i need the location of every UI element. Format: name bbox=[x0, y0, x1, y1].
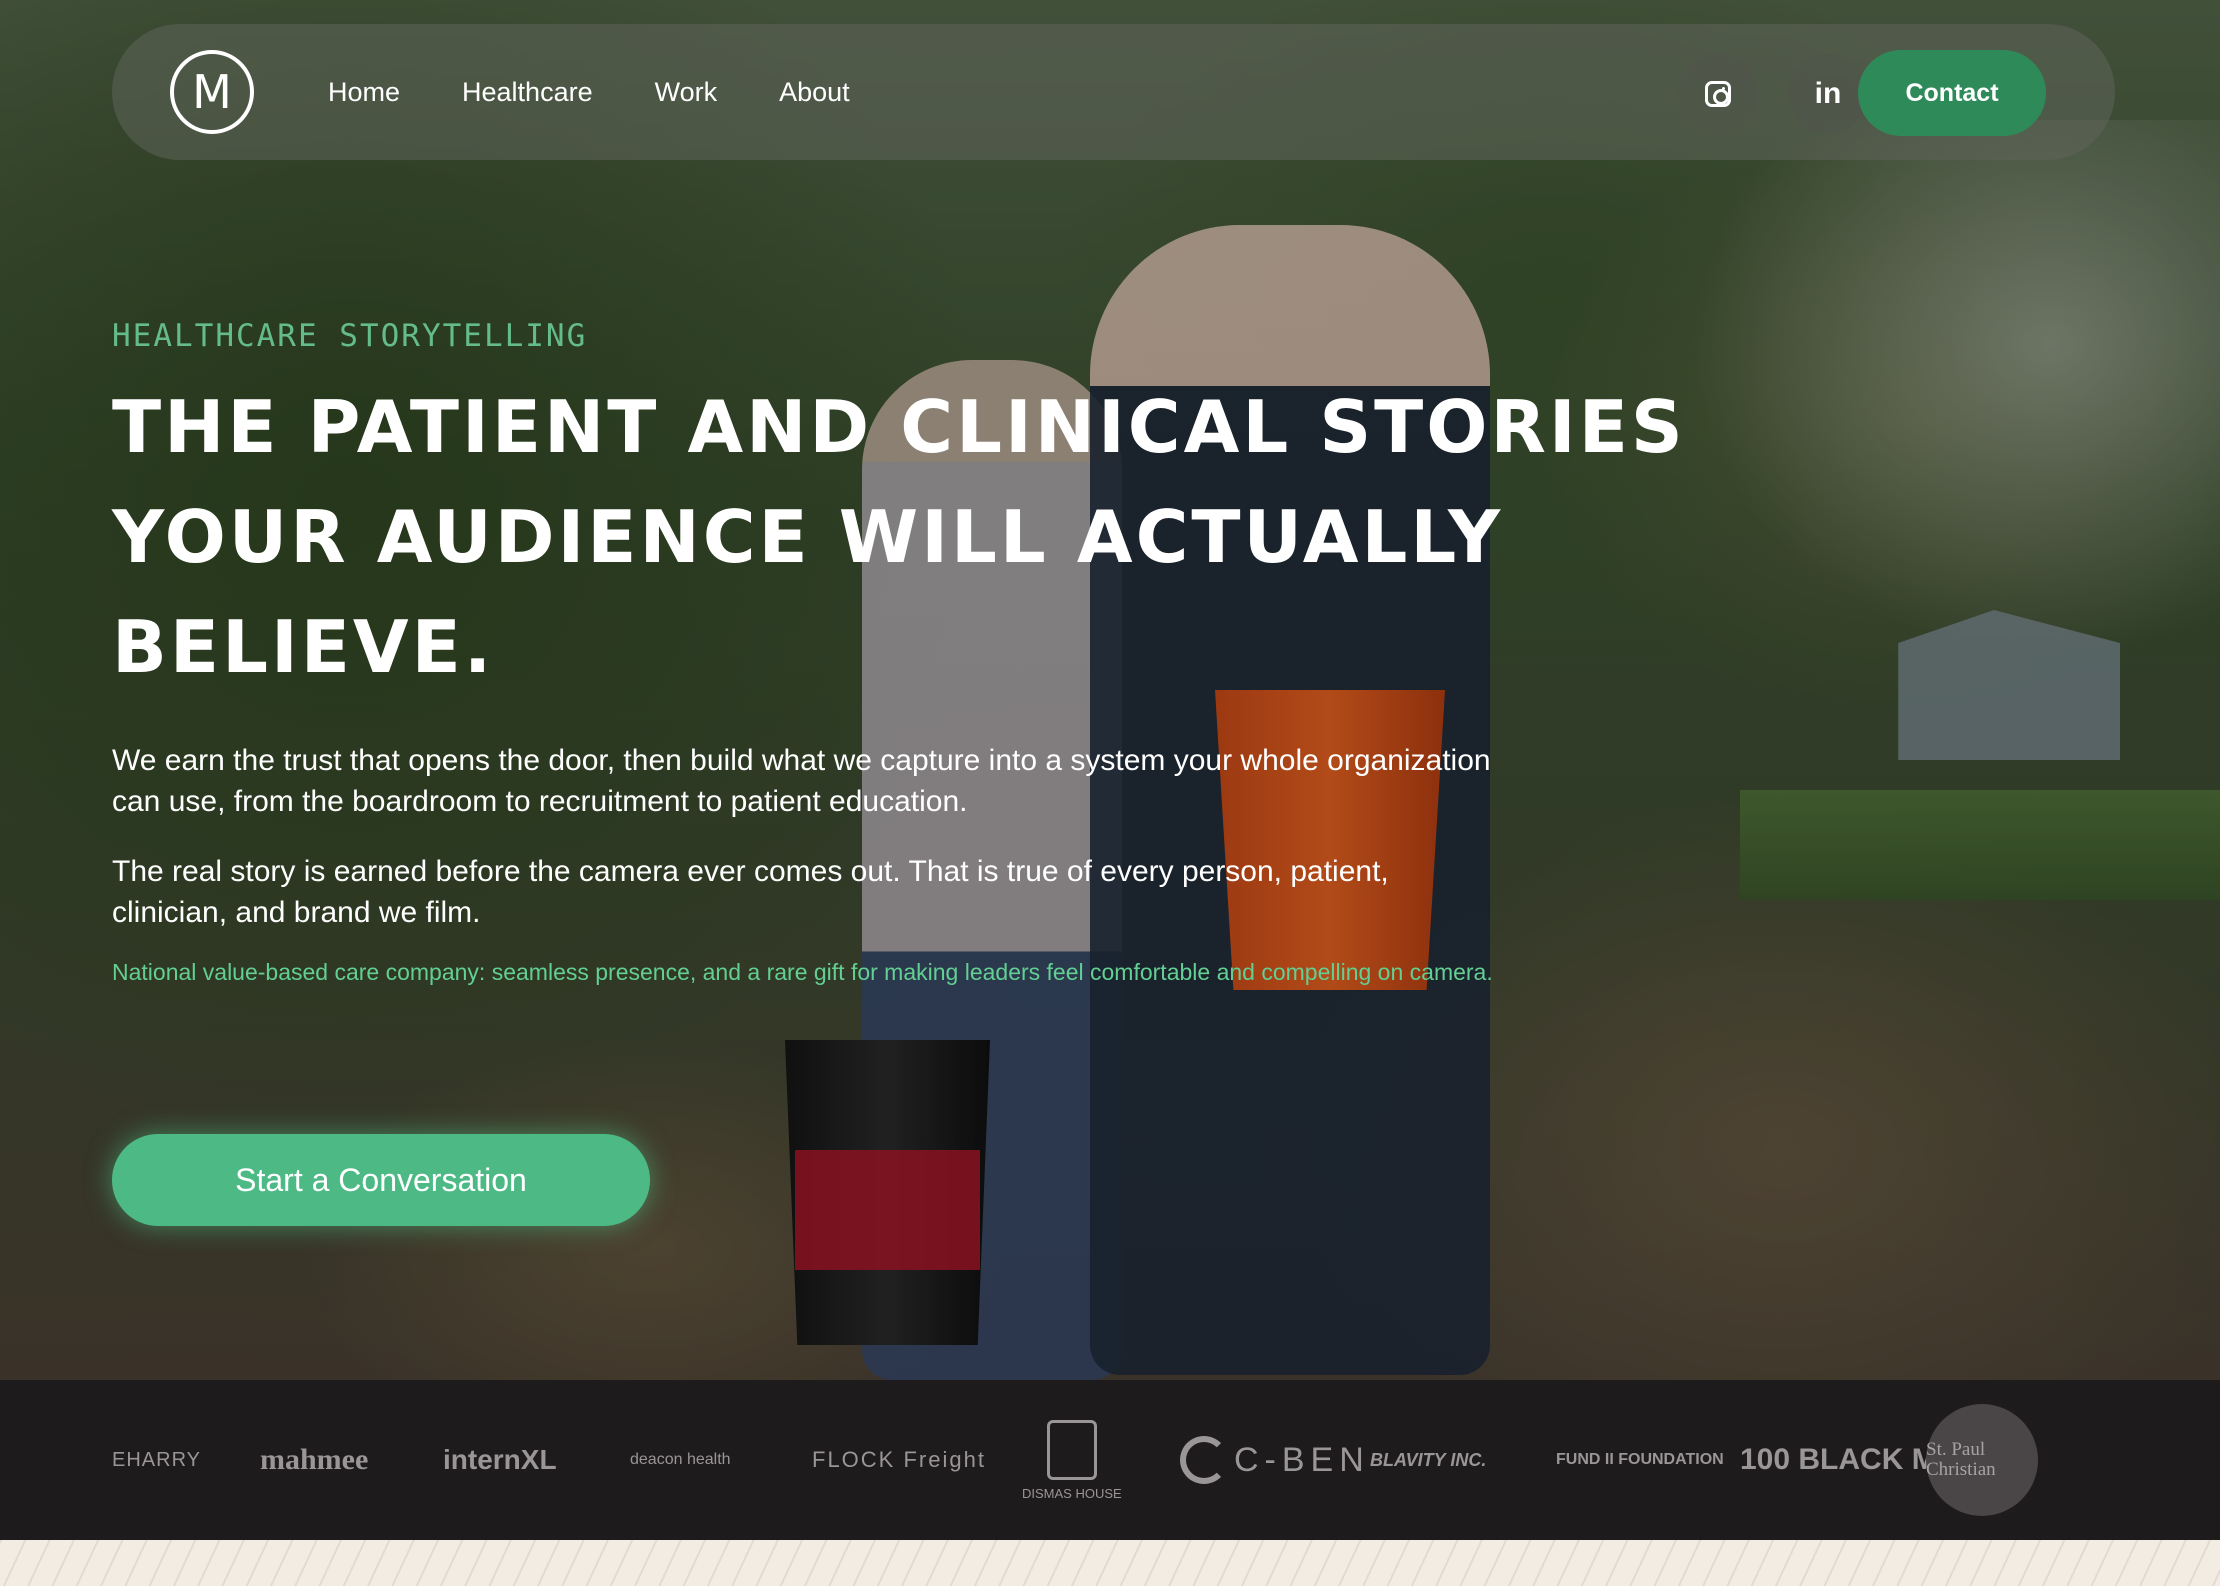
linkedin-link[interactable]: in bbox=[1788, 54, 1868, 134]
client-logo-fund-ii-foundation: FUND II FOUNDATION bbox=[1556, 1451, 1724, 1468]
hero-paragraph-2: The real story is earned before the came… bbox=[112, 855, 1389, 929]
nav-link-healthcare[interactable]: Healthcare bbox=[462, 77, 593, 108]
headline-line-2: YOUR AUDIENCE WILL ACTUALLY bbox=[112, 495, 1504, 579]
client-logo-internxl: internXL bbox=[443, 1444, 557, 1475]
band-pattern bbox=[0, 1540, 2220, 1586]
linkedin-icon: in bbox=[1814, 77, 1842, 110]
logo-letter: M bbox=[192, 65, 232, 119]
nav-link-work[interactable]: Work bbox=[655, 77, 718, 108]
client-logo-strip: EHARRY mahmee internXL deacon health FLO… bbox=[0, 1380, 2220, 1540]
top-navigation: M Home Healthcare Work About in Contact bbox=[112, 24, 2115, 160]
client-logo-deacon-health: deacon health bbox=[630, 1451, 731, 1468]
dismas-house-icon bbox=[1046, 1419, 1097, 1480]
client-logo-flock-freight: FLOCK Freight bbox=[812, 1447, 986, 1472]
hero-eyebrow: HEALTHCARE STORYTELLING bbox=[112, 318, 588, 354]
hero-paragraph-1: We earn the trust that opens the door, t… bbox=[112, 744, 1491, 818]
client-logo-c-ben: C-BEN bbox=[1180, 1380, 1370, 1540]
start-conversation-button[interactable]: Start a Conversation bbox=[112, 1134, 650, 1226]
hero-headline: THE PATIENT AND CLINICAL STORIES YOUR AU… bbox=[112, 372, 1712, 702]
st-paul-seal: St. Paul Christian bbox=[1926, 1404, 2038, 1516]
client-logo-st-paul-christian: St. Paul Christian bbox=[1926, 1380, 2038, 1540]
nav-links: Home Healthcare Work About bbox=[328, 24, 850, 160]
headline-line-1: THE PATIENT AND CLINICAL STORIES bbox=[112, 385, 1686, 469]
hero-testimonial: National value-based care company: seaml… bbox=[112, 959, 1493, 985]
dismas-house-label: DISMAS HOUSE bbox=[1022, 1485, 1122, 1501]
site-logo[interactable]: M bbox=[170, 50, 254, 134]
client-logo-mahmee: mahmee bbox=[260, 1443, 369, 1476]
instagram-link[interactable] bbox=[1678, 54, 1758, 134]
client-logo-blavity: BLAVITY INC. bbox=[1370, 1449, 1487, 1470]
client-logo-eharry: EHARRY bbox=[112, 1448, 201, 1471]
c-ben-label: C-BEN bbox=[1234, 1440, 1370, 1479]
c-ben-icon bbox=[1180, 1436, 1228, 1484]
nav-link-home[interactable]: Home bbox=[328, 77, 400, 108]
contact-button[interactable]: Contact bbox=[1858, 50, 2046, 136]
instagram-icon bbox=[1705, 81, 1731, 107]
client-logo-dismas-house: DISMAS HOUSE bbox=[1022, 1380, 1122, 1540]
bottom-decorative-band bbox=[0, 1540, 2220, 1586]
nav-link-about[interactable]: About bbox=[779, 77, 850, 108]
headline-line-3: BELIEVE. bbox=[112, 605, 495, 689]
